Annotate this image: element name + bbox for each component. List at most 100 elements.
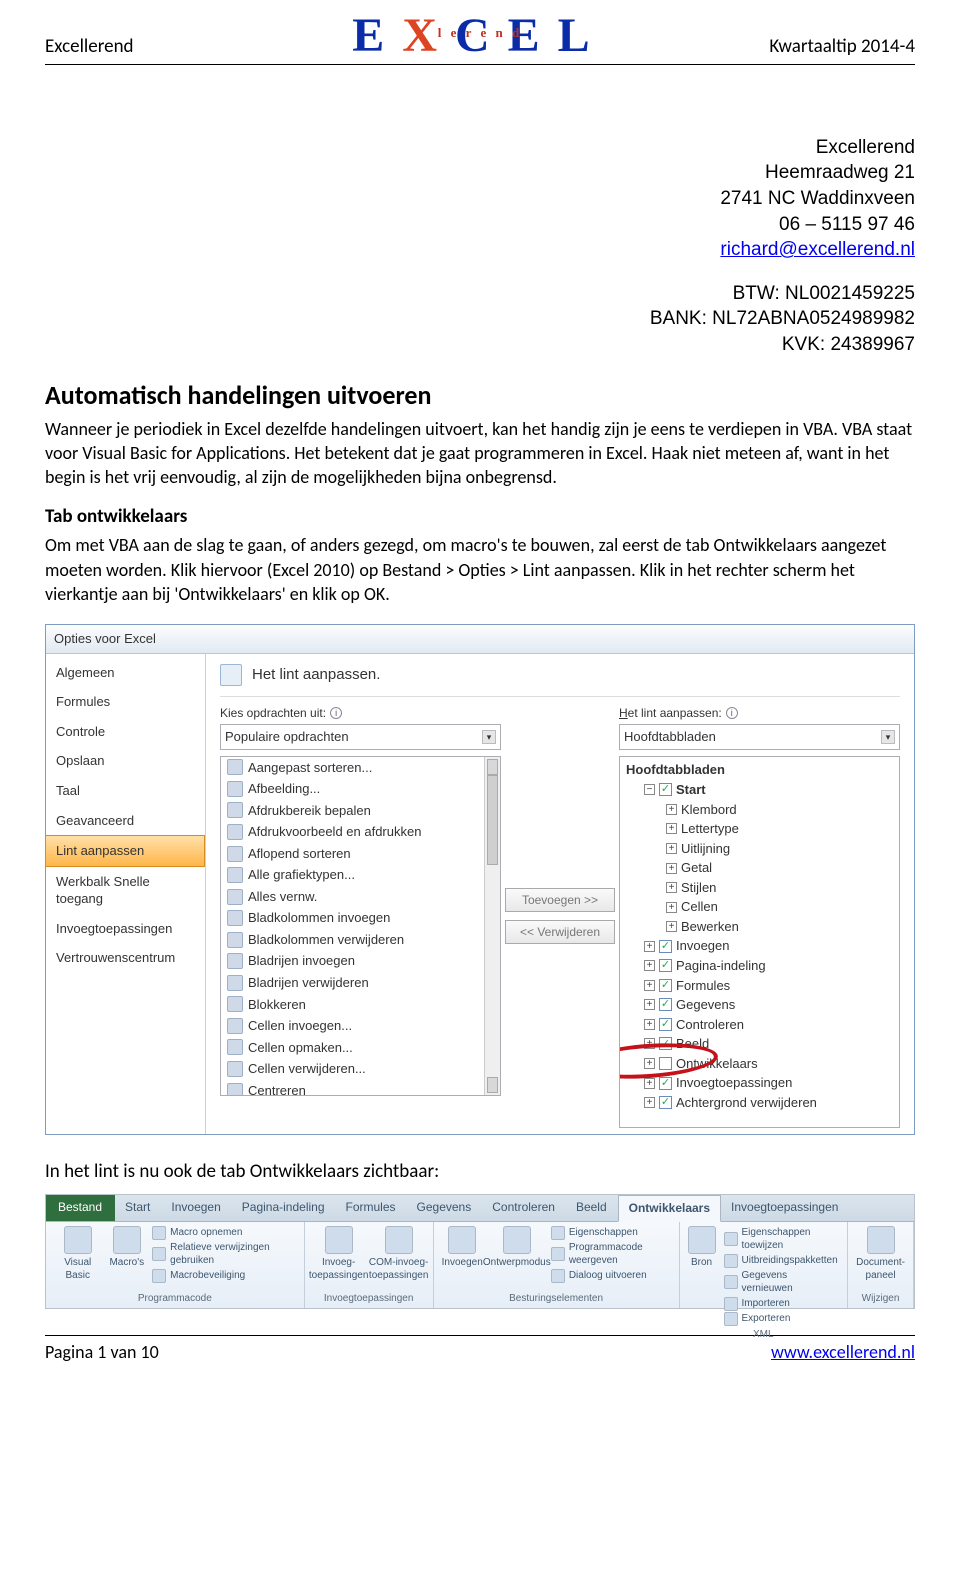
- options-nav-item[interactable]: Lint aanpassen: [46, 835, 205, 867]
- ribbon-button[interactable]: Document-paneel: [856, 1226, 905, 1283]
- tree-group-item[interactable]: +Uitlijning: [626, 839, 897, 859]
- tree-group-item[interactable]: +Stijlen: [626, 878, 897, 898]
- expand-icon[interactable]: +: [666, 863, 677, 874]
- options-nav-item[interactable]: Invoegtoepassingen: [46, 914, 205, 944]
- expand-icon[interactable]: +: [644, 1078, 655, 1089]
- info-icon[interactable]: i: [726, 707, 738, 719]
- command-list-item[interactable]: Cellen opmaken...: [221, 1037, 500, 1059]
- checkbox[interactable]: ✓: [659, 783, 672, 796]
- ribbon-small-button[interactable]: Gegevens vernieuwen: [724, 1269, 840, 1296]
- tree-group-item[interactable]: +Lettertype: [626, 819, 897, 839]
- checkbox[interactable]: ✓: [659, 959, 672, 972]
- command-list-item[interactable]: Bladrijen verwijderen: [221, 972, 500, 994]
- checkbox[interactable]: ✓: [659, 1018, 672, 1031]
- ribbon-small-button[interactable]: Eigenschappen: [551, 1226, 671, 1240]
- ribbon-small-button[interactable]: Relatieve verwijzingen gebruiken: [152, 1241, 296, 1268]
- command-list-item[interactable]: Bladrijen invoegen: [221, 950, 500, 972]
- ribbon-tab[interactable]: Gegevens: [407, 1195, 483, 1220]
- ribbon-small-button[interactable]: Uitbreidingspakketten: [724, 1254, 840, 1268]
- ribbon-button[interactable]: Visual Basic: [54, 1226, 101, 1283]
- tree-group-item[interactable]: +Getal: [626, 858, 897, 878]
- tree-tab-item[interactable]: +✓Achtergrond verwijderen: [626, 1093, 897, 1113]
- expand-icon[interactable]: +: [666, 804, 677, 815]
- expand-icon[interactable]: +: [644, 1058, 655, 1069]
- expand-icon[interactable]: +: [666, 823, 677, 834]
- options-nav-item[interactable]: Opslaan: [46, 746, 205, 776]
- collapse-icon[interactable]: −: [644, 784, 655, 795]
- commands-listbox[interactable]: Aangepast sorteren...Afbeelding...Afdruk…: [220, 756, 501, 1096]
- ribbon-button[interactable]: Ontwerpmodus: [491, 1226, 543, 1270]
- expand-icon[interactable]: +: [644, 960, 655, 971]
- command-list-item[interactable]: Afbeelding...: [221, 778, 500, 800]
- tree-group-item[interactable]: +Bewerken: [626, 917, 897, 937]
- command-list-item[interactable]: Cellen invoegen...: [221, 1015, 500, 1037]
- command-list-item[interactable]: Afdrukvoorbeeld en afdrukken: [221, 821, 500, 843]
- expand-icon[interactable]: +: [644, 941, 655, 952]
- options-nav-item[interactable]: Controle: [46, 717, 205, 747]
- ribbon-small-button[interactable]: Macro opnemen: [152, 1226, 296, 1240]
- ribbon-small-button[interactable]: Eigenschappen toewijzen: [724, 1226, 840, 1253]
- expand-icon[interactable]: +: [666, 921, 677, 932]
- expand-icon[interactable]: +: [666, 882, 677, 893]
- expand-icon[interactable]: +: [644, 999, 655, 1010]
- ribbon-small-button[interactable]: Programmacode weergeven: [551, 1241, 671, 1268]
- options-nav-item[interactable]: Algemeen: [46, 658, 205, 688]
- expand-icon[interactable]: +: [644, 1038, 655, 1049]
- ribbon-button[interactable]: COM-invoeg-toepassingen: [373, 1226, 425, 1283]
- scrollbar[interactable]: [484, 757, 500, 1095]
- tree-group-item[interactable]: +Klembord: [626, 800, 897, 820]
- tree-tab-item[interactable]: +Ontwikkelaars: [626, 1054, 897, 1074]
- ribbon-tab[interactable]: Controleren: [482, 1195, 566, 1220]
- ribbon-small-button[interactable]: Exporteren: [724, 1312, 840, 1326]
- checkbox[interactable]: ✓: [659, 1037, 672, 1050]
- tree-tab-item[interactable]: +✓Gegevens: [626, 995, 897, 1015]
- options-nav-item[interactable]: Vertrouwenscentrum: [46, 943, 205, 973]
- choose-from-dropdown[interactable]: Populaire opdrachten ▾: [220, 724, 501, 750]
- options-nav-item[interactable]: Geavanceerd: [46, 806, 205, 836]
- command-list-item[interactable]: Alle grafiektypen...: [221, 864, 500, 886]
- ribbon-tab[interactable]: Start: [115, 1195, 161, 1220]
- ribbon-tab[interactable]: Beeld: [566, 1195, 618, 1220]
- expand-icon[interactable]: +: [644, 1019, 655, 1030]
- checkbox[interactable]: ✓: [659, 1077, 672, 1090]
- expand-icon[interactable]: +: [666, 902, 677, 913]
- options-nav-item[interactable]: Taal: [46, 776, 205, 806]
- remove-button[interactable]: << Verwijderen: [505, 920, 615, 944]
- command-list-item[interactable]: Cellen verwijderen...: [221, 1058, 500, 1080]
- tree-tab-item[interactable]: +✓Controleren: [626, 1015, 897, 1035]
- command-list-item[interactable]: Bladkolommen verwijderen: [221, 929, 500, 951]
- ribbon-button[interactable]: Bron: [688, 1226, 716, 1270]
- ribbon-button[interactable]: Macro's: [109, 1226, 144, 1270]
- expand-icon[interactable]: +: [644, 1097, 655, 1108]
- checkbox[interactable]: ✓: [659, 940, 672, 953]
- command-list-item[interactable]: Alles vernw.: [221, 886, 500, 908]
- command-list-item[interactable]: Aangepast sorteren...: [221, 757, 500, 779]
- ribbon-tab[interactable]: Ontwikkelaars: [618, 1195, 721, 1221]
- checkbox[interactable]: [659, 1057, 672, 1070]
- options-nav-item[interactable]: Formules: [46, 687, 205, 717]
- customize-ribbon-dropdown[interactable]: Hoofdtabbladen ▾: [619, 724, 900, 750]
- info-icon[interactable]: i: [330, 707, 342, 719]
- ribbon-small-button[interactable]: Dialoog uitvoeren: [551, 1269, 671, 1283]
- ribbon-small-button[interactable]: Macrobeveiliging: [152, 1269, 296, 1283]
- ribbon-tab[interactable]: Pagina-indeling: [232, 1195, 336, 1220]
- ribbon-button[interactable]: Invoegen: [442, 1226, 483, 1270]
- ribbon-small-button[interactable]: Importeren: [724, 1297, 840, 1311]
- tree-tab-item[interactable]: +✓Pagina-indeling: [626, 956, 897, 976]
- ribbon-tab[interactable]: Invoegen: [161, 1195, 231, 1220]
- command-list-item[interactable]: Bladkolommen invoegen: [221, 907, 500, 929]
- tree-tab-start[interactable]: −✓Start: [626, 780, 897, 800]
- checkbox[interactable]: ✓: [659, 979, 672, 992]
- tree-tab-item[interactable]: +✓Beeld: [626, 1034, 897, 1054]
- tree-tab-item[interactable]: +✓Invoegen: [626, 936, 897, 956]
- command-list-item[interactable]: Blokkeren: [221, 994, 500, 1016]
- checkbox[interactable]: ✓: [659, 998, 672, 1011]
- tree-tab-item[interactable]: +✓Formules: [626, 976, 897, 996]
- add-button[interactable]: Toevoegen >>: [505, 888, 615, 912]
- ribbon-tab[interactable]: Formules: [336, 1195, 407, 1220]
- ribbon-button[interactable]: Invoeg-toepassingen: [313, 1226, 365, 1283]
- ribbon-tab[interactable]: Invoegtoepassingen: [721, 1195, 849, 1220]
- ribbon-tabs-tree[interactable]: Hoofdtabbladen−✓Start+Klembord+Lettertyp…: [619, 756, 900, 1128]
- command-list-item[interactable]: Afdrukbereik bepalen: [221, 800, 500, 822]
- expand-icon[interactable]: +: [644, 980, 655, 991]
